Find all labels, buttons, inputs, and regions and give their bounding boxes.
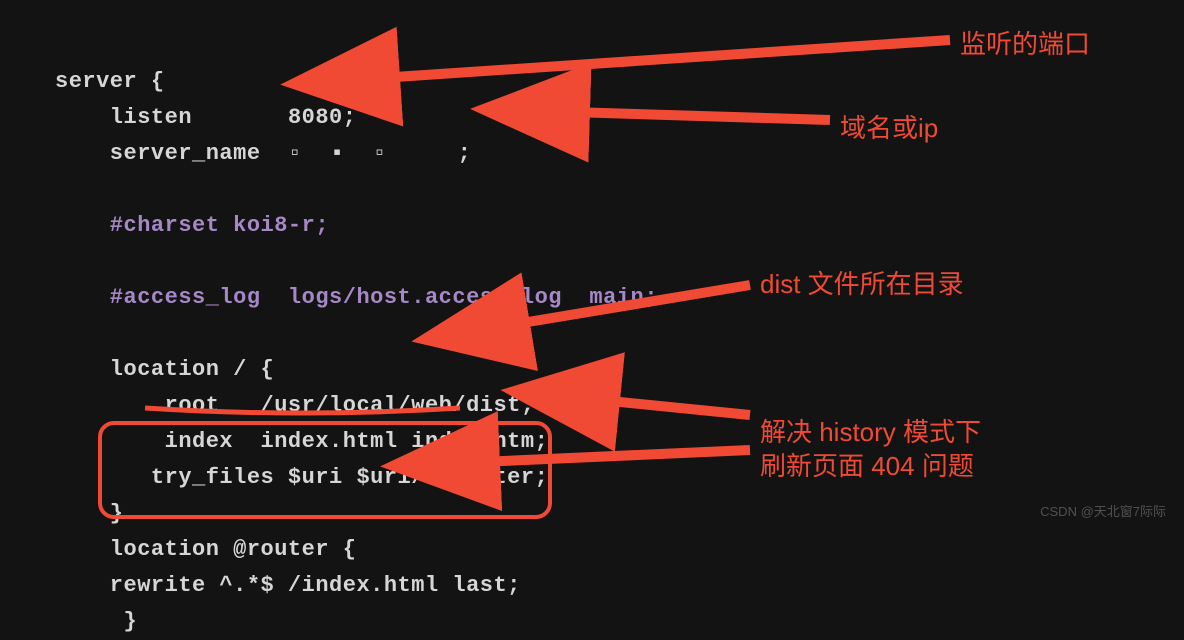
code-line-index: index index.html index.htm; — [55, 429, 548, 454]
code-line-charset: #charset koi8-r; — [55, 213, 329, 238]
nginx-config-code: server { listen 8080; server_name ▫ ▪ ▫ … — [55, 28, 658, 640]
annotation-dist-root: dist 文件所在目录 — [760, 264, 964, 301]
code-line-servername-semi: ; — [458, 141, 472, 166]
code-line-listen-key: listen — [55, 105, 288, 130]
code-line-location-router-open: location @router { — [55, 537, 356, 562]
code-line-location-root-open: location / { — [55, 357, 274, 382]
code-line-servername-key: server_name — [55, 141, 288, 166]
code-line-server: server { — [55, 69, 165, 94]
code-line-location-router-close: } — [55, 609, 137, 634]
code-line-rewrite: rewrite ^.*$ /index.html last; — [55, 573, 521, 598]
annotation-history-fix-line2: 刷新页面 404 问题 — [760, 449, 981, 483]
csdn-watermark: CSDN @天北窗7际际 — [1040, 501, 1166, 520]
code-line-listen-semi: ; — [343, 105, 357, 130]
code-line-listen-port: 8080 — [288, 105, 343, 130]
code-line-tryfiles: try_files $uri $uri/ @router; — [55, 465, 548, 490]
annotation-server-name: 域名或ip — [840, 108, 938, 145]
code-line-root: root /usr/local/web/dist; — [55, 393, 535, 418]
code-line-accesslog: #access_log logs/host.access.log main; — [55, 285, 658, 310]
code-line-location-root-close: } — [55, 501, 124, 526]
annotation-history-fix: 解决 history 模式下 刷新页面 404 问题 — [760, 415, 981, 483]
redacted-server-name: ▫ ▪ ▫ — [288, 141, 458, 166]
annotation-history-fix-line1: 解决 history 模式下 — [760, 415, 981, 449]
annotation-listen-port: 监听的端口 — [960, 24, 1090, 61]
